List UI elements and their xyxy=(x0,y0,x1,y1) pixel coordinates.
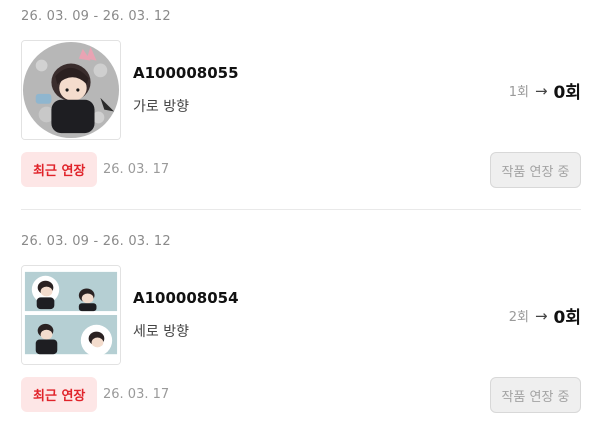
artwork-code: A100008054 xyxy=(133,289,239,307)
extension-in-progress-button[interactable]: 작품 연장 중 xyxy=(490,377,581,413)
arrow-right-icon: → xyxy=(534,81,548,100)
extension-date: 26. 03. 17 xyxy=(103,387,170,402)
orientation-label: 세로 방향 xyxy=(133,324,189,340)
recent-extension-badge: 최근 연장 xyxy=(21,152,98,187)
artwork-code: A100008055 xyxy=(133,64,239,82)
comic-panels-illustration xyxy=(22,266,120,364)
extension-date: 26. 03. 17 xyxy=(103,162,170,177)
count-after: 0회 xyxy=(553,83,581,103)
remaining-count: 1회 → 0회 xyxy=(508,78,581,104)
count-before: 1회 xyxy=(508,85,529,100)
artwork-thumbnail[interactable] xyxy=(21,40,121,140)
period-range: 26. 03. 09 - 26. 03. 12 xyxy=(21,234,171,249)
artwork-thumbnail[interactable] xyxy=(21,265,121,365)
remaining-count: 2회 → 0회 xyxy=(508,303,581,329)
chibi-illustration-round xyxy=(22,41,120,139)
extension-in-progress-button[interactable]: 작품 연장 중 xyxy=(490,152,581,188)
card-divider xyxy=(21,209,581,210)
period-range: 26. 03. 09 - 26. 03. 12 xyxy=(21,9,171,24)
count-before: 2회 xyxy=(508,310,529,325)
recent-extension-badge: 최근 연장 xyxy=(21,377,98,412)
arrow-right-icon: → xyxy=(534,306,548,325)
count-after: 0회 xyxy=(553,308,581,328)
orientation-label: 가로 방향 xyxy=(133,99,189,115)
